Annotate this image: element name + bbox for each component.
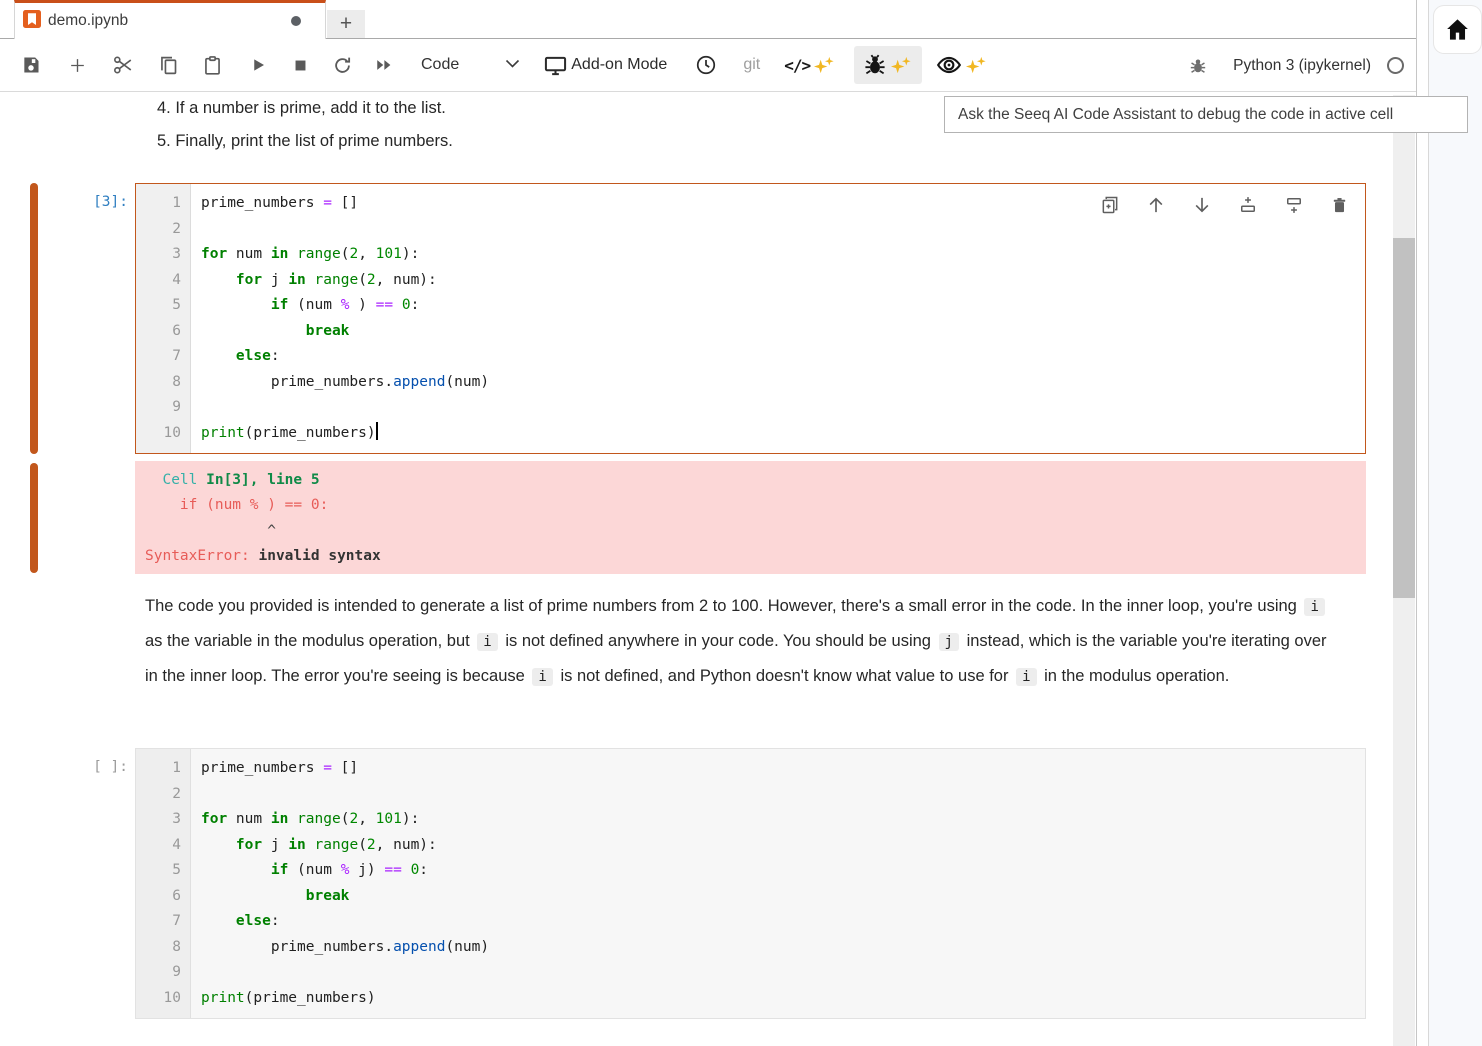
sparkle-icon <box>813 54 836 77</box>
git-toolbar-label[interactable]: git <box>743 56 760 74</box>
markdown-intro-list: 4. If a number is prime, add it to the l… <box>157 92 453 158</box>
kernel-name[interactable]: Python 3 (ipykernel) <box>1233 57 1371 75</box>
copy-icon <box>158 55 179 76</box>
delete-cell-icon <box>1330 196 1349 215</box>
notebook-file-icon <box>23 10 41 33</box>
save-button[interactable] <box>21 55 41 75</box>
main-area-border <box>1416 0 1417 1046</box>
code-cell-active[interactable]: 12345678910 prime_numbers = []for num in… <box>135 183 1366 454</box>
markdown-list-item: 4. If a number is prime, add it to the l… <box>157 92 453 125</box>
chevron-down-icon <box>505 56 520 74</box>
run-all-button[interactable] <box>373 56 395 74</box>
debug-assistant-button[interactable] <box>854 46 922 84</box>
cut-icon <box>112 54 134 76</box>
add-cell-icon <box>68 56 87 75</box>
toolbar-kernel-area: Python 3 (ipykernel) <box>1189 39 1404 92</box>
bug-icon <box>863 53 887 77</box>
monitor-icon <box>544 54 567 77</box>
plus-icon: + <box>340 12 352 36</box>
sparkle-icon <box>890 54 913 77</box>
tab-demo-ipynb[interactable]: demo.ipynb <box>14 0 326 39</box>
run-cell-button[interactable] <box>249 56 267 74</box>
tooltip-text: Ask the Seeq AI Code Assistant to debug … <box>958 106 1393 124</box>
insert-cell-below-icon <box>1284 195 1304 215</box>
debugger-bug-icon <box>1189 57 1207 75</box>
explain-assistant-button[interactable] <box>936 52 988 78</box>
move-cell-down-button[interactable] <box>1192 195 1212 215</box>
scrollbar-thumb[interactable] <box>1393 238 1415 598</box>
insert-cell-above-icon <box>1238 195 1258 215</box>
clock-icon <box>695 54 717 76</box>
move-cell-down-icon <box>1192 195 1212 215</box>
insert-cell-above-button[interactable] <box>1238 195 1258 215</box>
duplicate-cell-icon <box>1100 195 1120 215</box>
code-lines[interactable]: prime_numbers = []for num in range(2, 10… <box>191 184 1365 453</box>
eye-icon <box>936 52 962 78</box>
execution-prompt: [3]: <box>54 190 128 216</box>
side-panel <box>1428 0 1482 1046</box>
tab-bar: demo.ipynb + <box>0 0 1417 39</box>
cell-type-value: Code <box>421 56 459 74</box>
home-button[interactable] <box>1434 6 1481 53</box>
code-cell-idle[interactable]: 12345678910 prime_numbers = []for num in… <box>135 748 1366 1019</box>
tooltip-debug-assistant: Ask the Seeq AI Code Assistant to debug … <box>944 96 1468 133</box>
addon-mode-button[interactable]: Add-on Mode <box>544 54 667 77</box>
cell-collapser[interactable] <box>30 183 38 454</box>
duplicate-cell-button[interactable] <box>1100 195 1120 215</box>
addon-mode-label: Add-on Mode <box>571 56 667 74</box>
tab-title: demo.ipynb <box>48 12 291 30</box>
error-output-text: Cell In[3], line 5 if (num % ) == 0: ^Sy… <box>145 468 1366 570</box>
unsaved-changes-dot[interactable] <box>291 16 301 26</box>
copy-cells-button[interactable] <box>158 55 179 76</box>
ai-response-text: The code you provided is intended to gen… <box>145 589 1337 694</box>
delete-cell-button[interactable] <box>1330 195 1349 215</box>
error-output: Cell In[3], line 5 if (num % ) == 0: ^Sy… <box>135 461 1366 574</box>
sparkle-icon <box>965 54 988 77</box>
jupyterlab-window: demo.ipynb + <box>0 0 1482 1046</box>
code-lines[interactable]: prime_numbers = []for num in range(2, 10… <box>191 749 1365 1018</box>
kernel-status-circle <box>1387 57 1404 74</box>
move-cell-up-icon <box>1146 195 1166 215</box>
restart-kernel-button[interactable] <box>332 55 353 76</box>
debugger-button[interactable] <box>1189 57 1207 75</box>
line-number-gutter: 12345678910 <box>136 184 191 453</box>
insert-cell-below-button[interactable] <box>1284 195 1304 215</box>
code-tag-icon: </> <box>784 56 810 75</box>
scrollbar-track[interactable] <box>1393 95 1415 1046</box>
cut-cells-button[interactable] <box>112 54 134 76</box>
history-button[interactable] <box>695 54 717 76</box>
add-cell-button[interactable] <box>68 56 87 75</box>
stop-icon <box>292 57 309 74</box>
line-number-gutter: 12345678910 <box>136 749 191 1018</box>
home-icon <box>1444 16 1471 43</box>
stop-kernel-button[interactable] <box>292 57 309 74</box>
execution-prompt-empty: [ ]: <box>54 755 128 781</box>
run-all-icon <box>373 56 395 74</box>
run-icon <box>249 56 267 74</box>
paste-cells-button[interactable] <box>202 55 223 76</box>
save-icon <box>21 55 41 75</box>
markdown-list-item: 5. Finally, print the list of prime numb… <box>157 125 453 158</box>
cell-toolbar <box>1100 195 1349 215</box>
restart-kernel-icon <box>332 55 353 76</box>
paste-icon <box>202 55 223 76</box>
notebook-toolbar: Code Add-on Mode git </> <box>0 39 1417 92</box>
new-tab-button[interactable]: + <box>327 10 365 38</box>
output-collapser[interactable] <box>30 463 38 573</box>
cell-type-dropdown[interactable]: Code <box>421 56 520 74</box>
move-cell-up-button[interactable] <box>1146 195 1166 215</box>
code-assistant-button[interactable]: </> <box>784 54 836 77</box>
